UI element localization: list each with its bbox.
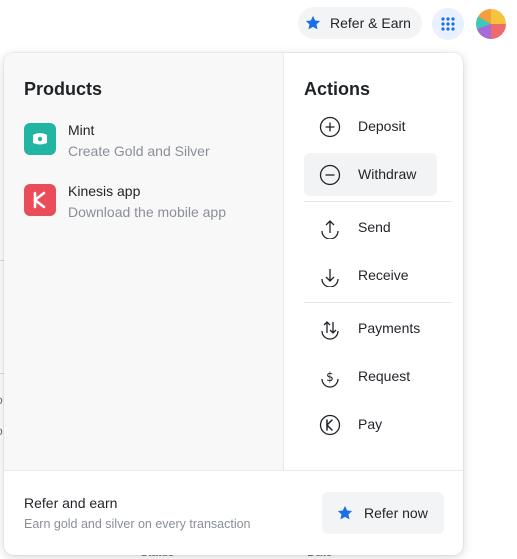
products-title: Products [24, 79, 103, 99]
background-text: o [0, 393, 3, 407]
plus-circle-icon [319, 116, 341, 138]
refer-and-earn-label: Refer & Earn [330, 15, 411, 31]
star-icon [305, 15, 321, 30]
svg-text:$: $ [326, 370, 334, 384]
action-receive[interactable]: Receive [304, 254, 437, 297]
refer-now-button[interactable]: Refer now [322, 492, 444, 534]
apps-grid-button[interactable] [432, 8, 464, 40]
refer-footer: Refer and earn Earn gold and silver on e… [4, 470, 463, 555]
apps-dropdown-panel: Products Mint Create Gold and Silver Kin… [4, 53, 463, 555]
kinesis-logo-icon [24, 184, 56, 216]
product-description: Create Gold and Silver [68, 143, 210, 159]
refer-and-earn-button[interactable]: Refer & Earn [298, 7, 422, 39]
send-icon [321, 220, 339, 239]
actions-divider [304, 302, 452, 303]
actions-divider [304, 201, 452, 202]
star-icon [337, 505, 353, 520]
product-name: Kinesis app [68, 183, 141, 199]
minus-circle-icon [319, 164, 341, 186]
actions-section: Actions Deposit Withdraw Send Receive Pa… [283, 53, 463, 470]
avatar[interactable] [474, 7, 508, 41]
action-label: Send [358, 219, 391, 235]
action-payments[interactable]: Payments [304, 307, 437, 350]
refer-footer-title: Refer and earn [24, 495, 118, 511]
product-name: Mint [68, 122, 95, 138]
product-description: Download the mobile app [68, 204, 226, 220]
top-bar: Refer & Earn [0, 0, 517, 48]
action-send[interactable]: Send [304, 206, 437, 249]
apps-grid-icon [441, 17, 455, 31]
action-request[interactable]: $ Request [304, 355, 437, 398]
background-text: o [0, 424, 3, 438]
products-section: Products Mint Create Gold and Silver Kin… [4, 53, 283, 470]
action-label: Payments [358, 320, 421, 336]
action-label: Pay [358, 416, 383, 432]
action-label: Receive [358, 267, 409, 283]
actions-title: Actions [304, 79, 371, 99]
action-deposit[interactable]: Deposit [304, 105, 437, 148]
refer-footer-description: Earn gold and silver on every transactio… [24, 517, 251, 531]
refer-now-label: Refer now [364, 505, 428, 521]
pay-kinesis-icon [319, 414, 341, 436]
product-mint[interactable]: Mint Create Gold and Silver [24, 122, 274, 162]
receive-icon [321, 269, 339, 287]
action-label: Deposit [358, 118, 406, 134]
request-dollar-icon: $ [321, 370, 339, 388]
action-label: Request [358, 368, 411, 384]
action-withdraw[interactable]: Withdraw [304, 153, 437, 196]
action-label: Withdraw [358, 166, 417, 182]
payments-icon [321, 321, 339, 340]
product-kinesis-app[interactable]: Kinesis app Download the mobile app [24, 183, 274, 223]
avatar-image [476, 9, 506, 39]
mint-logo-icon [24, 123, 56, 155]
action-pay[interactable]: Pay [304, 403, 437, 446]
